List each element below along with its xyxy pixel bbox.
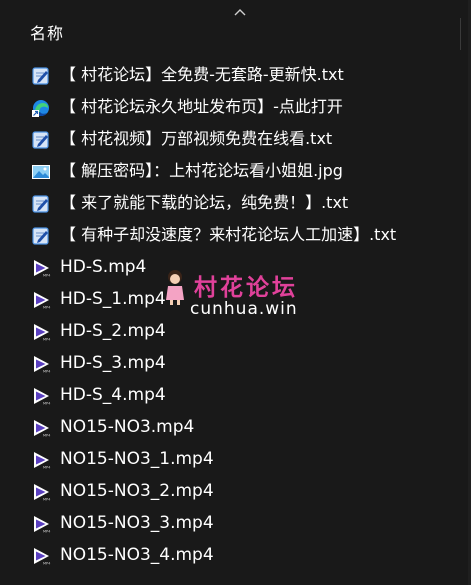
file-row-video[interactable]: MP4 NO15-NO3_3.mp4	[0, 507, 471, 539]
svg-text:MP4: MP4	[43, 530, 51, 534]
name-column-header[interactable]: 名称	[30, 20, 64, 44]
video-file-icon: MP4	[34, 516, 51, 534]
file-name: NO15-NO3_1.mp4	[60, 449, 214, 469]
file-row-video[interactable]: MP4 NO15-NO3_2.mp4	[0, 475, 471, 507]
file-name: HD-S.mp4	[60, 257, 147, 277]
file-name: 【 解压密码】：上村花论坛看小姐姐.jpg	[60, 161, 343, 180]
video-file-icon: MP4	[34, 548, 51, 566]
image-file-icon	[32, 165, 50, 179]
file-row-video[interactable]: MP4 HD-S.mp4	[0, 251, 471, 283]
video-file-icon: MP4	[34, 356, 51, 374]
chevron-up-icon[interactable]	[232, 6, 248, 18]
file-row-video[interactable]: MP4 HD-S_3.mp4	[0, 347, 471, 379]
svg-text:MP4: MP4	[43, 498, 51, 502]
file-list: 【 村花论坛】全免费-无套路-更新快.txt 【 村花论坛永久地址发布页】-点此…	[0, 59, 471, 571]
svg-text:MP4: MP4	[43, 274, 51, 278]
file-name: 【 村花论坛】全免费-无套路-更新快.txt	[60, 65, 344, 84]
video-file-icon: MP4	[34, 388, 51, 406]
file-name: 【 来了就能下载的论坛，纯免费！】.txt	[60, 193, 349, 212]
file-row-video[interactable]: MP4 NO15-NO3_1.mp4	[0, 443, 471, 475]
file-name: 【 村花论坛永久地址发布页】-点此打开	[60, 97, 343, 116]
file-row-text-3[interactable]: 【 来了就能下载的论坛，纯免费！】.txt	[0, 187, 471, 219]
file-name: HD-S_2.mp4	[60, 321, 166, 341]
file-row-video[interactable]: MP4 NO15-NO3_4.mp4	[0, 539, 471, 571]
svg-text:MP4: MP4	[43, 338, 51, 342]
file-name: NO15-NO3.mp4	[60, 417, 195, 437]
svg-text:MP4: MP4	[43, 562, 51, 566]
video-file-icon: MP4	[34, 452, 51, 470]
text-file-icon	[32, 131, 49, 149]
file-name: NO15-NO3_4.mp4	[60, 545, 214, 565]
file-row-image[interactable]: 【 解压密码】：上村花论坛看小姐姐.jpg	[0, 155, 471, 187]
file-name: 【 有种子却没速度？来村花论坛人工加速】.txt	[60, 225, 397, 244]
file-row-video[interactable]: MP4 HD-S_1.mp4	[0, 283, 471, 315]
file-name: NO15-NO3_3.mp4	[60, 513, 214, 533]
file-name: HD-S_3.mp4	[60, 353, 166, 373]
video-file-icon: MP4	[34, 324, 51, 342]
file-name: HD-S_1.mp4	[60, 289, 166, 309]
file-row-text-2[interactable]: 【 村花视频】万部视频免费在线看.txt	[0, 123, 471, 155]
column-divider[interactable]	[460, 18, 461, 50]
edge-shortcut-icon	[32, 100, 49, 117]
svg-text:MP4: MP4	[43, 434, 51, 438]
file-row-shortcut[interactable]: 【 村花论坛永久地址发布页】-点此打开	[0, 91, 471, 123]
video-file-icon: MP4	[34, 484, 51, 502]
svg-text:MP4: MP4	[43, 306, 51, 310]
file-name: 【 村花视频】万部视频免费在线看.txt	[60, 129, 333, 148]
file-explorer-window: 名称 【 村花论坛】全免费-无套路-更新快.txt 【 村花论坛永久地址发布页】…	[0, 0, 471, 585]
text-file-icon	[32, 67, 49, 85]
svg-text:MP4: MP4	[43, 402, 51, 406]
video-file-icon: MP4	[34, 420, 51, 438]
file-row-video[interactable]: MP4 HD-S_4.mp4	[0, 379, 471, 411]
text-file-icon	[32, 195, 49, 213]
video-file-icon: MP4	[34, 292, 51, 310]
file-row-video[interactable]: MP4 NO15-NO3.mp4	[0, 411, 471, 443]
file-row-video[interactable]: MP4 HD-S_2.mp4	[0, 315, 471, 347]
video-file-icon: MP4	[34, 260, 51, 278]
file-name: NO15-NO3_2.mp4	[60, 481, 214, 501]
text-file-icon	[32, 227, 49, 245]
file-row-text-4[interactable]: 【 有种子却没速度？来村花论坛人工加速】.txt	[0, 219, 471, 251]
svg-text:MP4: MP4	[43, 370, 51, 374]
file-row-text-1[interactable]: 【 村花论坛】全免费-无套路-更新快.txt	[0, 59, 471, 91]
file-name: HD-S_4.mp4	[60, 385, 166, 405]
column-header: 名称	[0, 18, 471, 50]
svg-text:MP4: MP4	[43, 466, 51, 470]
